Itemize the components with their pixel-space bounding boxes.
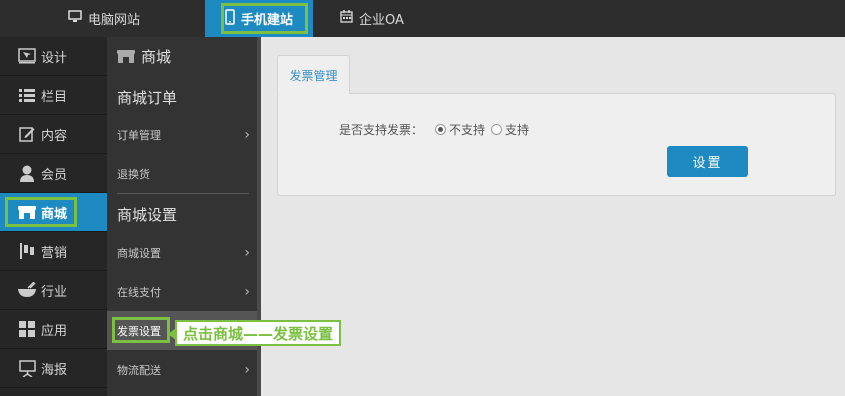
subnav-item-logistics[interactable]: 物流配送 › xyxy=(107,350,257,389)
nav-item-apps[interactable]: 应用 xyxy=(0,310,107,349)
subnav-item-label: 物流配送 xyxy=(117,363,161,377)
left-nav: 设计 栏目 内容 会员 商城 营销 行业 应用 海报 xyxy=(0,37,107,396)
subnav-item-label: 发票设置 xyxy=(117,324,161,338)
subnav-item-returns[interactable]: 退换货 xyxy=(107,154,257,193)
section-settings-heading: 商城设置 xyxy=(117,205,178,224)
chevron-right-icon: › xyxy=(244,361,250,378)
invoice-support-row: 是否支持发票： 不支持 支持 xyxy=(339,121,529,138)
tab-oa-label: 企业OA xyxy=(359,13,404,28)
nav-item-design[interactable]: 设计 xyxy=(0,37,107,76)
nav-item-content[interactable]: 内容 xyxy=(0,115,107,154)
subnav-item-online-payment[interactable]: 在线支付 › xyxy=(107,272,257,311)
settings-button[interactable]: 设置 xyxy=(667,146,748,177)
subnav-item-label: 退换货 xyxy=(117,167,150,181)
nav-item-label: 海报 xyxy=(41,362,68,378)
design-icon xyxy=(17,47,37,65)
nav-item-industry[interactable]: 行业 xyxy=(0,271,107,310)
tab-pc-site-label: 电脑网站 xyxy=(88,13,141,28)
tab-oa[interactable]: 企业OA xyxy=(340,0,404,37)
subnav-item-order-management[interactable]: 订单管理 › xyxy=(107,115,257,154)
nav-item-label: 栏目 xyxy=(41,89,68,105)
highlight-box xyxy=(221,3,308,34)
nav-item-members[interactable]: 会员 xyxy=(0,154,107,193)
tab-pc-site[interactable]: 电脑网站 xyxy=(68,0,140,37)
nav-item-poster[interactable]: 海报 xyxy=(0,349,107,388)
instruction-callout: 点击商城——发票设置 xyxy=(167,320,342,346)
chevron-right-icon: › xyxy=(244,283,250,300)
nav-item-shop[interactable]: 商城 xyxy=(0,193,107,232)
nav-item-columns[interactable]: 栏目 xyxy=(0,76,107,115)
radio-not-support[interactable] xyxy=(435,124,447,135)
nav-item-label: 商城 xyxy=(41,206,68,222)
monitor-icon xyxy=(68,10,82,27)
invoice-panel xyxy=(277,93,836,196)
tab-mobile-site[interactable]: 手机建站 xyxy=(205,0,313,37)
invoice-support-label: 是否支持发票： xyxy=(339,123,424,137)
edit-icon xyxy=(17,125,37,143)
subnav-item-shop-settings[interactable]: 商城设置 › xyxy=(107,233,257,272)
nav-item-label: 行业 xyxy=(41,284,68,300)
bowl-icon xyxy=(17,281,37,299)
chevron-right-icon: › xyxy=(244,126,250,143)
radio-support[interactable] xyxy=(491,124,503,135)
calendar-icon xyxy=(340,10,353,27)
shop-icon xyxy=(117,49,135,64)
nav-item-label: 会员 xyxy=(41,167,68,183)
nav-item-label: 营销 xyxy=(41,245,68,261)
flag-icon xyxy=(17,242,37,260)
nav-item-label: 内容 xyxy=(41,128,68,144)
grid-icon xyxy=(17,320,37,338)
main-content: 发票管理 是否支持发票： 不支持 支持 设置 xyxy=(261,37,845,396)
nav-item-marketing[interactable]: 营销 xyxy=(0,232,107,271)
subnav-title-text: 商城 xyxy=(141,48,172,66)
radio-not-support-label: 不支持 xyxy=(449,123,486,137)
subnav-item-label: 在线支付 xyxy=(117,285,161,299)
top-bar: 电脑网站 手机建站 企业OA xyxy=(0,0,845,37)
subnav-item-label: 商城设置 xyxy=(117,246,161,260)
radio-support-label: 支持 xyxy=(505,123,530,137)
nav-item-label: 应用 xyxy=(41,323,68,339)
chevron-right-icon: › xyxy=(244,244,250,261)
subnav-title: 商城 xyxy=(107,37,257,76)
divider xyxy=(117,193,249,194)
tab-invoice-management[interactable]: 发票管理 xyxy=(277,55,350,94)
section-orders-heading: 商城订单 xyxy=(117,88,178,107)
list-icon xyxy=(17,86,37,104)
user-icon xyxy=(17,164,37,182)
nav-item-label: 设计 xyxy=(41,50,68,66)
poster-icon xyxy=(17,359,37,377)
subnav-item-label: 订单管理 xyxy=(117,128,161,142)
